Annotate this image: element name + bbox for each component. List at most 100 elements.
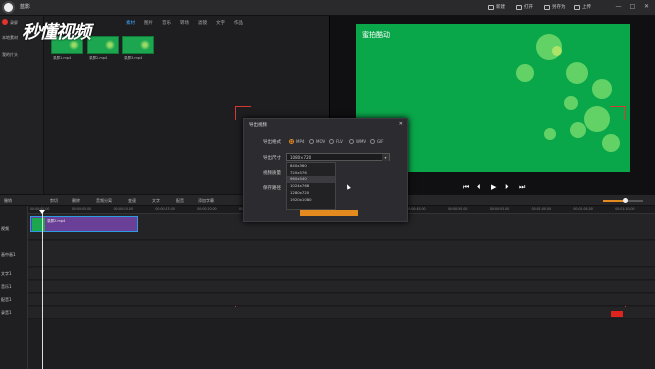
next-frame-button[interactable]: ⏭ bbox=[519, 183, 525, 192]
upload-button[interactable]: 上传 bbox=[574, 4, 591, 10]
bubble bbox=[592, 79, 612, 99]
tab-transitions[interactable]: 转场 bbox=[180, 20, 189, 26]
track-text[interactable] bbox=[28, 268, 655, 280]
ruler-tick-label: 00:00:05.00 bbox=[71, 207, 92, 211]
playhead-handle[interactable] bbox=[39, 210, 45, 214]
video-title: 蜜拍酷动 bbox=[362, 31, 390, 39]
prev-frame-button[interactable]: ⏮ bbox=[463, 183, 469, 192]
watermark-logo: 秒懂视频 bbox=[22, 22, 91, 43]
ruler-tick-label: 00:00:45.00 bbox=[406, 207, 426, 211]
track-label: 文字1 bbox=[1, 271, 12, 276]
bubble bbox=[566, 62, 588, 84]
path-label: 保存路径 bbox=[263, 186, 281, 191]
playhead[interactable] bbox=[42, 210, 43, 369]
bubble bbox=[570, 122, 586, 138]
chevron-down-icon[interactable]: ▾ bbox=[382, 154, 389, 161]
app-window: 蓝影 新建 打开 另存为 上传 — □ ✕ 录屏 本地素材 我的片头 素材 图片… bbox=[0, 0, 655, 369]
size-option[interactable]: 960x540 bbox=[287, 176, 335, 184]
bubble bbox=[584, 106, 610, 132]
save-as-button[interactable]: 另存为 bbox=[544, 4, 566, 10]
app-title: 蓝影 bbox=[20, 4, 31, 10]
media-thumb[interactable] bbox=[122, 36, 154, 54]
add-subtitle-button[interactable]: 添加字幕 bbox=[198, 198, 214, 204]
track-label: 视频 bbox=[1, 226, 9, 231]
timeline-clip[interactable]: 录屏2.mp4 bbox=[30, 216, 138, 232]
media-thumb-label: 录屏3.mp4 bbox=[124, 56, 143, 60]
text-button[interactable]: 文字 bbox=[152, 198, 160, 204]
export-dialog: 导出视频 ✕ 导出格式 MP4 MOV FLV WMV GIF 导出尺寸 108… bbox=[243, 118, 408, 222]
app-logo-icon bbox=[2, 1, 15, 14]
play-button[interactable]: ▶ bbox=[491, 183, 496, 191]
size-label: 导出尺寸 bbox=[263, 156, 281, 161]
open-button[interactable]: 打开 bbox=[516, 4, 533, 10]
format-radio-flv[interactable]: FLV bbox=[329, 139, 343, 144]
sidebar-item-local-media[interactable]: 本地素材 bbox=[2, 35, 18, 41]
sidebar-item-record[interactable]: 录屏 bbox=[10, 20, 18, 26]
step-forward-button[interactable]: ⏵ bbox=[505, 183, 509, 192]
tab-music[interactable]: 音乐 bbox=[162, 20, 171, 26]
ruler-tick-label: 00:00:50.00 bbox=[448, 207, 468, 211]
bubble bbox=[516, 64, 534, 82]
upload-icon bbox=[574, 4, 580, 10]
size-option[interactable]: 1920x1080 bbox=[287, 197, 335, 204]
media-thumb[interactable] bbox=[87, 36, 119, 54]
track-label: 配音1 bbox=[1, 297, 12, 302]
close-icon[interactable]: ✕ bbox=[399, 121, 403, 127]
step-back-button[interactable]: ⏴ bbox=[477, 183, 481, 192]
track-dub[interactable] bbox=[28, 294, 655, 306]
format-radio-gif[interactable]: GIF bbox=[370, 139, 384, 144]
size-option[interactable]: 1024x768 bbox=[287, 183, 335, 190]
tab-images[interactable]: 图片 bbox=[144, 20, 153, 26]
track-label: 录音1 bbox=[1, 310, 12, 315]
size-dropdown-list: 640x360 720x576 960x540 1024x768 1280x72… bbox=[286, 162, 336, 210]
tab-works[interactable]: 作品 bbox=[234, 20, 243, 26]
ruler-tick-label: 00:01:00.00 bbox=[531, 207, 551, 211]
ruler-tick-label: 00:00:15.00 bbox=[155, 207, 175, 211]
media-thumb-label: 录屏1.mp4 bbox=[53, 56, 72, 60]
format-radio-wmv[interactable]: WMV bbox=[349, 139, 366, 144]
ruler-tick-label: 00:01:10.00 bbox=[615, 207, 635, 211]
delete-button[interactable]: 删除 bbox=[72, 198, 80, 204]
track-pip[interactable] bbox=[28, 241, 655, 267]
bubble bbox=[602, 134, 620, 152]
dialog-title: 导出视频 bbox=[249, 123, 267, 128]
tab-filters[interactable]: 滤镜 bbox=[198, 20, 207, 26]
media-thumb-label: 录屏2.mp4 bbox=[89, 56, 108, 60]
clip-label: 录屏2.mp4 bbox=[47, 219, 66, 223]
ruler-tick-label: 00:00:10.00 bbox=[113, 207, 133, 211]
speed-button[interactable]: 变速 bbox=[128, 198, 136, 204]
size-option[interactable]: 720x576 bbox=[287, 170, 335, 177]
quality-label: 视频质量 bbox=[263, 171, 281, 176]
size-option[interactable]: 1280x720 bbox=[287, 190, 335, 197]
focus-corner bbox=[610, 106, 626, 120]
ruler-tick-label: 00:00:55.00 bbox=[489, 207, 510, 211]
audio-split-button[interactable]: 音频分离 bbox=[96, 198, 112, 204]
undo-button[interactable]: 撤销 bbox=[4, 198, 12, 204]
minimize-button[interactable]: — bbox=[615, 3, 622, 10]
size-select[interactable]: 1080×720 ▾ bbox=[286, 153, 390, 161]
format-radio-mov[interactable]: MOV bbox=[309, 139, 325, 144]
export-button[interactable] bbox=[300, 210, 358, 216]
new-button[interactable]: 新建 bbox=[488, 4, 505, 10]
track-record[interactable] bbox=[28, 307, 655, 319]
ruler-tick-label: 00:01:05.00 bbox=[573, 207, 593, 211]
close-button[interactable]: ✕ bbox=[643, 3, 650, 10]
tab-text[interactable]: 文字 bbox=[216, 20, 225, 26]
open-icon bbox=[516, 4, 522, 10]
sidebar-item-my-intro[interactable]: 我的片头 bbox=[2, 52, 18, 58]
ruler-tick-label: 00:00:20.00 bbox=[197, 207, 217, 211]
bubble bbox=[564, 96, 578, 110]
zoom-slider-handle[interactable] bbox=[623, 198, 628, 203]
cut-button[interactable]: 剪切 bbox=[50, 198, 58, 204]
tab-media[interactable]: 素材 bbox=[126, 20, 135, 26]
size-select-value: 1080×720 bbox=[290, 155, 312, 160]
size-option[interactable]: 640x360 bbox=[287, 163, 335, 170]
maximize-button[interactable]: □ bbox=[629, 3, 636, 10]
clip-thumbnail bbox=[32, 218, 45, 231]
format-label: 导出格式 bbox=[263, 140, 281, 145]
track-label: 音乐1 bbox=[1, 284, 12, 289]
format-radio-mp4[interactable]: MP4 bbox=[289, 139, 304, 144]
zoom-slider-fill bbox=[603, 200, 625, 202]
dub-button[interactable]: 配音 bbox=[176, 198, 184, 204]
track-music[interactable] bbox=[28, 281, 655, 293]
